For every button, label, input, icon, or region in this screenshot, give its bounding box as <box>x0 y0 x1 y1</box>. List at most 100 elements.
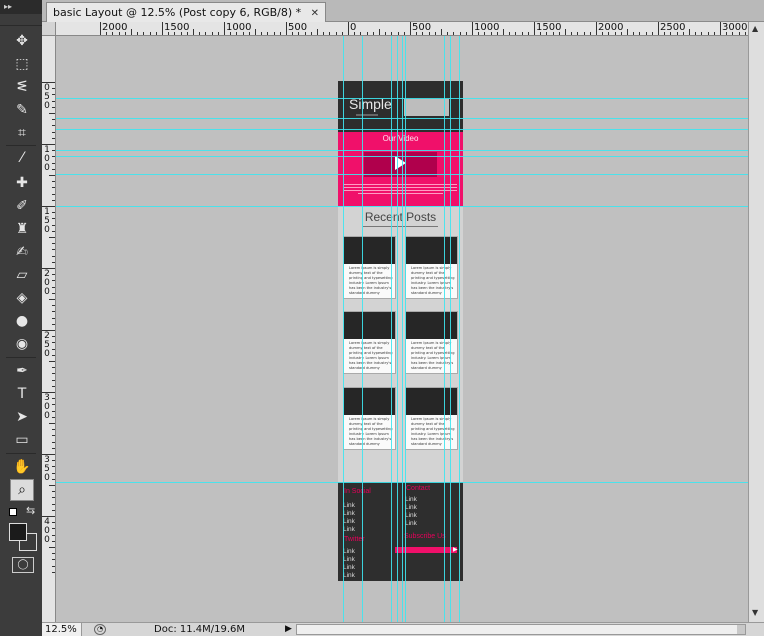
logo-tagline <box>356 114 378 116</box>
ruler-minor-tick <box>52 218 55 220</box>
hand-icon[interactable]: ✋ <box>10 456 34 478</box>
video-text-line <box>344 184 457 185</box>
ruler-minor-tick <box>52 255 55 257</box>
ruler-origin[interactable] <box>42 22 56 36</box>
clone-stamp-icon[interactable]: ♜ <box>10 218 34 240</box>
ruler-minor-tick <box>453 32 455 35</box>
ruler-label: 0 <box>44 411 50 421</box>
type-icon[interactable]: T <box>10 383 34 405</box>
guide-vertical[interactable] <box>397 36 398 622</box>
foreground-color-swatch[interactable] <box>9 523 27 541</box>
guide-vertical[interactable] <box>402 36 403 622</box>
ruler-minor-tick <box>49 175 55 176</box>
ruler-minor-tick <box>279 32 281 35</box>
blur-icon[interactable]: ● <box>10 310 34 332</box>
ruler-minor-tick <box>52 187 55 189</box>
quick-select-icon[interactable]: ✎ <box>10 99 34 121</box>
guide-horizontal[interactable] <box>56 150 748 151</box>
toolbox-grip[interactable] <box>0 14 42 26</box>
eyedropper-icon[interactable]: ⁄ <box>10 147 34 169</box>
vertical-scrollbar[interactable]: ▲ ▼ <box>748 22 764 622</box>
post-excerpt: Lorem Ipsum is simply dummy text of the … <box>411 341 455 370</box>
zoom-icon[interactable]: ⌕ <box>10 479 34 501</box>
guide-horizontal[interactable] <box>56 482 748 483</box>
ruler-minor-tick <box>645 32 647 35</box>
ruler-minor-tick <box>52 472 55 474</box>
zoom-level-field[interactable]: 12.5% <box>42 623 82 636</box>
scroll-up-icon[interactable]: ▲ <box>752 24 758 33</box>
horizontal-ruler[interactable]: 2000 1500 1000 500 0 500 1000 1500 2000 2500 3000 <box>56 22 748 36</box>
guide-vertical[interactable] <box>391 36 392 622</box>
path-select-icon[interactable]: ➤ <box>10 406 34 428</box>
ruler-minor-tick <box>379 29 380 35</box>
guide-horizontal[interactable] <box>56 129 748 130</box>
lasso-icon[interactable]: ᓬ <box>10 76 34 98</box>
guide-horizontal[interactable] <box>56 98 748 99</box>
ruler-minor-tick <box>199 32 201 35</box>
guide-horizontal[interactable] <box>56 156 748 157</box>
footer-link: Link <box>405 504 417 511</box>
ruler-minor-tick <box>52 88 55 90</box>
ruler-minor-tick <box>459 32 461 35</box>
footer-link: Link <box>405 520 417 527</box>
scroll-down-icon[interactable]: ▼ <box>752 608 758 617</box>
ruler-minor-tick <box>633 32 635 35</box>
ruler-minor-tick <box>137 32 139 35</box>
guide-vertical[interactable] <box>444 36 445 622</box>
ruler-minor-tick <box>496 32 498 35</box>
ruler-minor-tick <box>52 292 55 294</box>
ruler-major-tick <box>224 22 225 35</box>
default-colors-icon[interactable] <box>9 508 17 516</box>
ruler-minor-tick <box>52 571 55 573</box>
eraser-icon[interactable]: ▱ <box>10 264 34 286</box>
paint-bucket-icon[interactable]: ◈ <box>10 287 34 309</box>
ruler-minor-tick <box>168 32 170 35</box>
ruler-minor-tick <box>242 32 244 35</box>
canvas-area[interactable]: Simple Our Video Recent Posts Lorem Ipsu… <box>56 36 748 622</box>
ruler-minor-tick <box>552 32 554 35</box>
shape-icon[interactable]: ▭ <box>10 429 34 451</box>
ruler-minor-tick <box>52 379 55 381</box>
ruler-label: 0 <box>44 101 50 111</box>
status-menu-icon[interactable]: ◔ <box>94 624 106 635</box>
guide-vertical[interactable] <box>405 36 406 622</box>
ruler-minor-tick <box>131 29 132 35</box>
ruler-minor-tick <box>52 274 55 276</box>
status-arrow-icon[interactable]: ▶ <box>285 623 292 636</box>
guide-horizontal[interactable] <box>56 174 748 175</box>
close-icon[interactable]: ✕ <box>311 8 319 19</box>
toolbox-collapse[interactable]: ▸▸ <box>0 0 42 14</box>
ruler-minor-tick <box>639 32 641 35</box>
ruler-minor-tick <box>571 32 573 35</box>
move-icon[interactable]: ✥ <box>10 30 34 52</box>
ruler-minor-tick <box>118 32 120 35</box>
horizontal-scroll-thumb[interactable] <box>297 625 737 634</box>
guide-vertical[interactable] <box>450 36 451 622</box>
marquee-icon[interactable]: ⬚ <box>10 53 34 75</box>
brush-icon[interactable]: ✐ <box>10 195 34 217</box>
ruler-minor-tick <box>52 94 55 96</box>
vertical-ruler[interactable]: 050100150200250300350400 <box>42 36 56 622</box>
guide-vertical[interactable] <box>343 36 344 622</box>
dodge-icon[interactable]: ◉ <box>10 333 34 355</box>
post-excerpt: Lorem Ipsum is simply dummy text of the … <box>349 341 393 370</box>
ruler-minor-tick <box>354 32 356 35</box>
document-tab[interactable]: basic Layout @ 12.5% (Post copy 6, RGB/8… <box>46 2 327 22</box>
horizontal-scrollbar[interactable] <box>296 624 746 635</box>
guide-horizontal[interactable] <box>56 118 748 119</box>
ruler-minor-tick <box>49 485 55 486</box>
footer-link: Link <box>343 526 355 533</box>
history-brush-icon[interactable]: ✍ <box>10 241 34 263</box>
pen-icon[interactable]: ✒ <box>10 360 34 382</box>
guide-vertical[interactable] <box>459 36 460 622</box>
quick-mask-icon[interactable]: ◯ <box>12 557 34 573</box>
ruler-minor-tick <box>52 119 55 121</box>
ruler-major-tick <box>286 22 287 35</box>
ruler-minor-tick <box>323 32 325 35</box>
guide-vertical[interactable] <box>362 36 363 622</box>
spot-heal-icon[interactable]: ✚ <box>10 172 34 194</box>
ruler-minor-tick <box>52 131 55 133</box>
swap-colors-icon[interactable]: ⇆ <box>26 504 35 517</box>
crop-icon[interactable]: ⌗ <box>10 122 34 144</box>
guide-horizontal[interactable] <box>56 206 748 207</box>
